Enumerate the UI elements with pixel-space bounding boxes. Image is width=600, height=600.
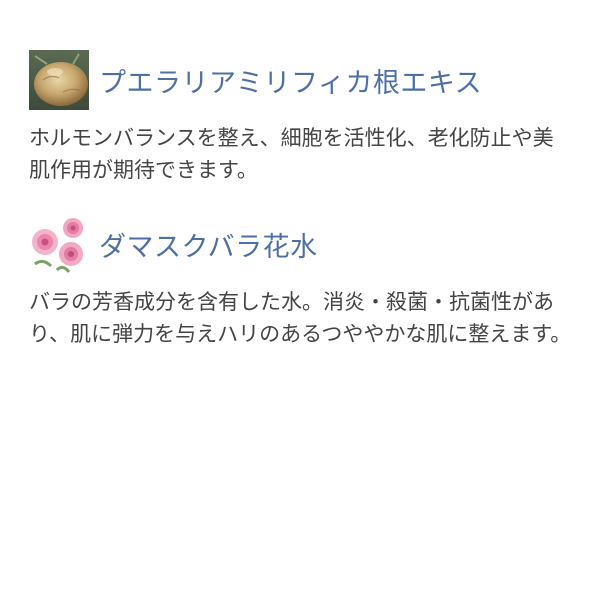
- ingredient-description: バラの芳香成分を含有した水。消炎・殺菌・抗菌性があり、肌に弾力を与えハリのあるつ…: [29, 290, 572, 346]
- ingredient-heading: ダマスクバラ花水: [99, 231, 318, 263]
- ingredient-heading-row: プエラリアミリフィカ根エキス: [29, 49, 574, 111]
- ingredient-heading: プエラリアミリフィカ根エキス: [99, 67, 483, 99]
- ingredient-section-pueraria: プエラリアミリフィカ根エキス ホルモンバランスを整え、細胞を活性化、老化防止や美…: [29, 49, 574, 186]
- ingredient-heading-row: ダマスクバラ花水: [29, 213, 574, 275]
- ingredient-section-rose: ダマスクバラ花水 バラの芳香成分を含有した水。消炎・殺菌・抗菌性があり、肌に弾力…: [29, 213, 574, 350]
- rose-flower-icon: [29, 214, 89, 274]
- ingredient-description: ホルモンバランスを整え、細胞を活性化、老化防止や美肌作用が期待できます。: [29, 126, 554, 182]
- pueraria-root-icon: [29, 50, 89, 110]
